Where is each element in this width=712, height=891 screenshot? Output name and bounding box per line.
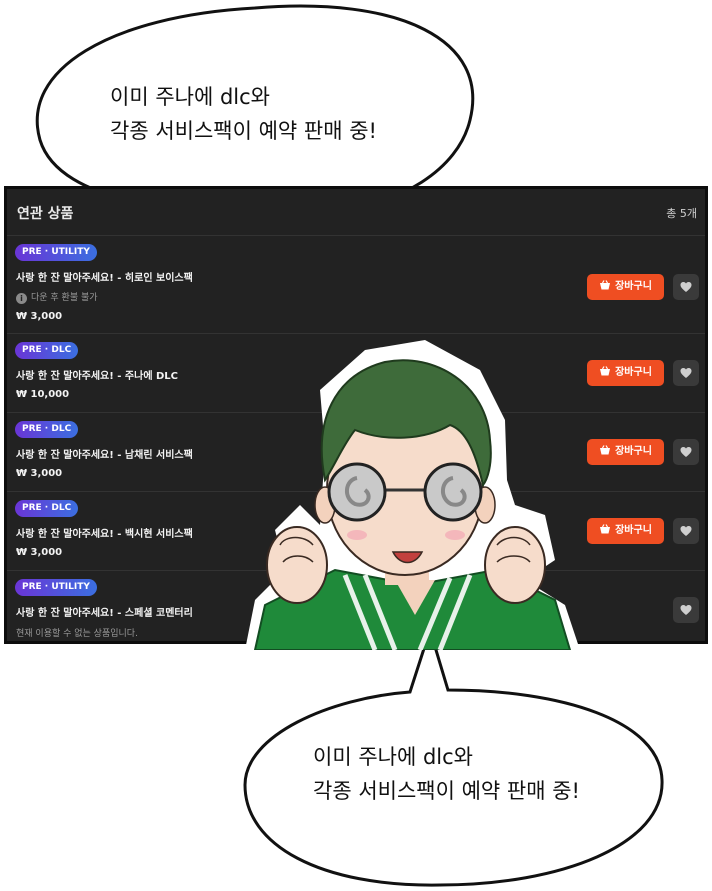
- product-price: ₩ 10,000: [16, 389, 70, 400]
- basket-icon: [599, 280, 611, 290]
- bottom-bubble-line-1: 이미 주나에 dlc와: [313, 745, 473, 769]
- left-fist: [266, 526, 328, 604]
- add-to-cart-button[interactable]: 장바구니: [587, 360, 664, 386]
- add-to-cart-button[interactable]: 장바구니: [587, 518, 664, 544]
- add-to-cart-label: 장바구니: [615, 525, 652, 536]
- info-icon: i: [16, 293, 27, 304]
- product-note: i 다운 후 환불 불가: [16, 290, 98, 304]
- add-to-cart-label: 장바구니: [615, 446, 652, 457]
- product-unavailable-note: 현재 이용할 수 없는 상품입니다.: [16, 629, 138, 639]
- add-to-cart-label: 장바구니: [615, 367, 652, 378]
- panel-header: 연관 상품 총 5개: [7, 189, 705, 235]
- bottom-bubble-text: 이미 주나에 dlc와 각종 서비스팩이 예약 판매 중!: [313, 740, 580, 808]
- basket-icon: [599, 366, 611, 376]
- basket-icon: [599, 524, 611, 534]
- right-glasses-lens: [423, 462, 483, 522]
- right-fist: [484, 526, 546, 604]
- add-to-cart-button[interactable]: 장바구니: [587, 274, 664, 300]
- bottom-bubble-line-2: 각종 서비스팩이 예약 판매 중!: [313, 779, 580, 803]
- character-illustration: [245, 340, 580, 650]
- wishlist-button[interactable]: [673, 274, 699, 300]
- product-badge: PRE · DLC: [15, 421, 79, 438]
- wishlist-button[interactable]: [673, 597, 699, 623]
- wishlist-button[interactable]: [673, 360, 699, 386]
- wishlist-button[interactable]: [673, 518, 699, 544]
- panel-title: 연관 상품: [17, 206, 74, 222]
- product-count: 총 5개: [666, 207, 697, 220]
- product-note-text: 다운 후 환불 불가: [31, 293, 98, 303]
- product-price: ₩ 3,000: [16, 311, 63, 322]
- top-bubble-line-1: 이미 주나에 dlc와: [110, 85, 270, 109]
- product-title[interactable]: 사랑 한 잔 말아주세요! - 히로인 보이스팩: [16, 269, 193, 284]
- add-to-cart-button[interactable]: 장바구니: [587, 439, 664, 465]
- product-title[interactable]: 사랑 한 잔 말아주세요! - 주나에 DLC: [16, 367, 178, 382]
- add-to-cart-label: 장바구니: [615, 281, 652, 292]
- product-title[interactable]: 사랑 한 잔 말아주세요! - 스페셜 코멘터리: [16, 604, 193, 619]
- left-glasses-lens: [327, 462, 387, 522]
- top-bubble-line-2: 각종 서비스팩이 예약 판매 중!: [110, 119, 377, 143]
- top-bubble-text: 이미 주나에 dlc와 각종 서비스팩이 예약 판매 중!: [110, 80, 377, 148]
- product-badge: PRE · UTILITY: [15, 244, 97, 261]
- product-badge: PRE · DLC: [15, 342, 79, 359]
- product-item: PRE · UTILITY 사랑 한 잔 말아주세요! - 히로인 보이스팩 i…: [7, 235, 705, 334]
- wishlist-button[interactable]: [673, 439, 699, 465]
- product-title[interactable]: 사랑 한 잔 말아주세요! - 남채린 서비스팩: [16, 446, 193, 461]
- product-title[interactable]: 사랑 한 잔 말아주세요! - 백시현 서비스팩: [16, 525, 193, 540]
- product-price: ₩ 3,000: [16, 468, 63, 479]
- product-badge: PRE · UTILITY: [15, 579, 97, 596]
- product-price: ₩ 3,000: [16, 547, 63, 558]
- product-badge: PRE · DLC: [15, 500, 79, 517]
- basket-icon: [599, 445, 611, 455]
